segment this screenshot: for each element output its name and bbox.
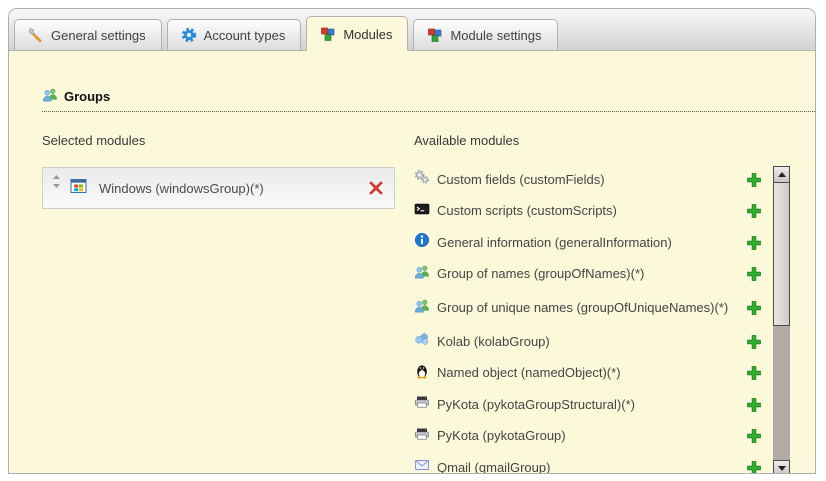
envelope-icon (414, 457, 430, 474)
tab-modules[interactable]: Modules (306, 16, 408, 51)
add-module-button[interactable] (746, 203, 762, 219)
scrollbar-track[interactable] (773, 326, 790, 460)
available-modules-scrollbar (773, 166, 790, 474)
tab-label: Account types (204, 28, 286, 43)
gears-icon (414, 169, 430, 190)
add-module-button[interactable] (746, 334, 762, 350)
blocks-icon (427, 27, 443, 43)
module-name: Group of names (groupOfNames)(*) (437, 266, 735, 282)
module-row: Group of names (groupOfNames)(*) (414, 259, 762, 291)
available-modules-list: Custom fields (customFields) (414, 164, 762, 474)
module-row: PyKota (pykotaGroupStructural)(*) (414, 389, 762, 421)
wrench-icon (28, 27, 44, 43)
selected-modules-label: Selected modules (42, 133, 414, 148)
remove-module-button[interactable] (368, 180, 384, 196)
module-row: General information (generalInformation) (414, 227, 762, 259)
module-row: Kolab (kolabGroup) (414, 326, 762, 358)
add-module-button[interactable] (746, 428, 762, 444)
module-name: Qmail (qmailGroup) (437, 460, 735, 474)
add-module-button[interactable] (746, 460, 762, 474)
scrollbar-thumb[interactable] (773, 182, 790, 326)
up-arrow-icon (778, 172, 786, 177)
tab-module-settings[interactable]: Module settings (413, 19, 557, 51)
module-row: Group of unique names (groupOfUniqueName… (414, 290, 762, 326)
tab-label: Module settings (450, 28, 541, 43)
add-module-button[interactable] (746, 300, 762, 316)
group-icon (42, 87, 58, 106)
module-name: PyKota (pykotaGroup) (437, 428, 735, 444)
blocks-icon (320, 26, 336, 42)
available-modules-label: Available modules (414, 133, 815, 148)
group-icon (414, 264, 430, 285)
module-name: Custom fields (customFields) (437, 172, 735, 188)
module-row: PyKota (pykotaGroup) (414, 421, 762, 453)
module-name: Group of unique names (groupOfUniqueName… (437, 300, 735, 316)
module-name: General information (generalInformation) (437, 235, 735, 251)
printer-icon (414, 394, 430, 415)
gear-icon (181, 27, 197, 43)
module-row: Qmail (qmailGroup) (414, 452, 762, 474)
add-module-button[interactable] (746, 397, 762, 413)
module-name: Named object (namedObject)(*) (437, 365, 735, 381)
info-icon (414, 232, 430, 253)
selected-module-name: Windows (windowsGroup)(*) (99, 181, 368, 196)
add-module-button[interactable] (746, 235, 762, 251)
printer-icon (414, 426, 430, 447)
module-row: Named object (namedObject)(*) (414, 358, 762, 390)
add-module-button[interactable] (746, 365, 762, 381)
tab-strip: General settings Account types Modules (9, 9, 815, 51)
tab-account-types[interactable]: Account types (167, 19, 302, 51)
tab-label: Modules (343, 27, 392, 42)
scroll-up-button[interactable] (773, 166, 790, 183)
tab-label: General settings (51, 28, 146, 43)
groups-section-heading: Groups (42, 87, 816, 112)
terminal-icon (414, 201, 430, 222)
modules-tab-content: Groups Selected modules (9, 51, 815, 474)
add-module-button[interactable] (746, 266, 762, 282)
module-row: Custom fields (customFields) (414, 164, 762, 196)
section-title: Groups (64, 89, 110, 104)
drag-handle-icon[interactable] (52, 175, 61, 193)
down-arrow-icon (778, 466, 786, 471)
add-module-button[interactable] (746, 172, 762, 188)
tab-general-settings[interactable]: General settings (14, 19, 162, 51)
module-row: Custom scripts (customScripts) (414, 196, 762, 228)
module-name: Custom scripts (customScripts) (437, 203, 735, 219)
kolab-icon (414, 331, 430, 352)
windows-icon (70, 178, 87, 199)
selected-modules-box: Windows (windowsGroup)(*) (42, 167, 395, 209)
module-name: PyKota (pykotaGroupStructural)(*) (437, 397, 735, 413)
group-icon (414, 298, 430, 319)
tux-penguin-icon (414, 363, 430, 384)
scroll-down-button[interactable] (773, 460, 790, 474)
configuration-panel: General settings Account types Modules (8, 8, 816, 474)
module-name: Kolab (kolabGroup) (437, 334, 735, 350)
